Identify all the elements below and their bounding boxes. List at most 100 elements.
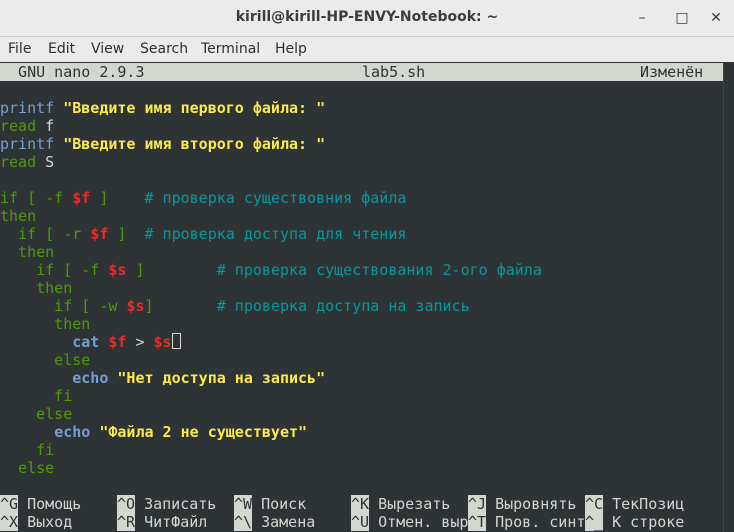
shortcut-key: ^X — [0, 513, 19, 531]
code-variable: $s — [126, 297, 145, 315]
shortcut-label: К строке — [603, 513, 685, 531]
shortcut-key: ^G — [0, 495, 19, 513]
code-line-14: cat $f > $s — [0, 333, 181, 351]
shortcut-go-to-line[interactable]: ^_ К строке — [585, 513, 684, 531]
code-variable: $f — [108, 333, 127, 351]
shortcut-exit[interactable]: ^X Выход — [0, 513, 72, 531]
code-line-11: then — [0, 279, 73, 297]
shortcut-key: ^O — [117, 495, 136, 513]
code-string: "Файла 2 не существует" — [99, 423, 308, 441]
code-token: cat — [72, 333, 100, 351]
nano-header: GNU nano 2.9.3 lab5.sh Изменён — [0, 63, 723, 81]
shortcut-cut[interactable]: ^K Вырезать — [351, 495, 450, 513]
shortcut-replace[interactable]: ^\ Замена — [234, 513, 315, 531]
menu-file[interactable]: File — [8, 41, 31, 57]
shortcut-help[interactable]: ^G Помощь — [0, 495, 81, 513]
shortcut-label: ЧитФайл — [135, 513, 208, 531]
minimize-icon[interactable]: – — [630, 6, 654, 30]
code-line-6: if [ -f $f ] # проверка существовния фай… — [0, 189, 406, 207]
code-token: echo — [72, 369, 109, 387]
code-token: ] — [108, 225, 127, 243]
shortcut-justify[interactable]: ^J Выровнять — [468, 495, 576, 513]
terminal-window: kirill@kirill-HP-ENVY-Notebook: ~ – □ ✕ … — [0, 0, 734, 532]
shortcut-label: Поиск — [252, 495, 307, 513]
shortcut-label: Помощь — [18, 495, 82, 513]
code-line-4: read S — [0, 153, 54, 171]
code-line-18: else — [0, 405, 73, 423]
code-line-2: read f — [0, 117, 54, 135]
code-line-17: fi — [0, 387, 73, 405]
nano-status: Изменён — [640, 63, 704, 81]
shortcut-label: Выход — [18, 513, 73, 531]
shortcut-key: ^C — [585, 495, 604, 513]
menu-edit[interactable]: Edit — [48, 41, 75, 57]
code-line-9: then — [0, 243, 55, 261]
code-comment: # проверка доступа для чтения — [144, 225, 407, 243]
title-bar[interactable]: kirill@kirill-HP-ENVY-Notebook: ~ – □ ✕ — [0, 0, 734, 37]
shortcut-key: ^_ — [585, 513, 604, 531]
code-line-3: printf "Введите имя второго файла: " — [0, 135, 325, 153]
menu-bar: File Edit View Search Terminal Help — [0, 37, 734, 62]
code-string: "Введите имя первого файла: " — [63, 99, 326, 117]
menu-terminal[interactable]: Terminal — [201, 41, 260, 57]
menu-view[interactable]: View — [91, 41, 124, 57]
code-token: printf — [0, 99, 55, 117]
shortcut-key: ^K — [351, 495, 370, 513]
shortcut-uncut[interactable]: ^U Отмен. выр — [351, 513, 468, 531]
code-token: if [ -f — [0, 261, 109, 279]
code-line-8: if [ -r $f ] # проверка доступа для чтен… — [0, 225, 406, 243]
code-line-19: echo "Файла 2 не существует" — [0, 423, 307, 441]
code-token: if [ -f — [0, 189, 73, 207]
shortcut-cur-pos[interactable]: ^C ТекПозиц — [585, 495, 684, 513]
shortcut-key: ^\ — [234, 513, 253, 531]
shortcut-label: Выровнять — [486, 495, 577, 513]
shortcut-label: Замена — [252, 513, 316, 531]
code-token: printf — [0, 135, 55, 153]
text-cursor — [171, 333, 181, 349]
shortcut-key: ^W — [234, 495, 253, 513]
window-title: kirill@kirill-HP-ENVY-Notebook: ~ — [235, 9, 499, 25]
code-token: if [ -r — [0, 225, 91, 243]
shortcut-label: Пров. синт — [486, 513, 586, 531]
code-token: ] — [144, 297, 154, 315]
code-token: echo — [54, 423, 91, 441]
shortcut-label: Записать — [135, 495, 217, 513]
scrollbar[interactable] — [723, 62, 734, 532]
code-variable: $f — [90, 225, 109, 243]
menu-help[interactable]: Help — [275, 41, 307, 57]
code-variable: $s — [153, 333, 172, 351]
terminal-area[interactable]: GNU nano 2.9.3 lab5.sh Изменён printf "В… — [0, 62, 723, 532]
code-token: read — [0, 117, 37, 135]
shortcut-label: Вырезать — [369, 495, 451, 513]
code-token: ] — [126, 261, 145, 279]
code-text: > — [126, 333, 154, 351]
code-line-16: echo "Нет доступа на запись" — [0, 369, 325, 387]
code-comment: # проверка существования 2-ого файла — [216, 261, 542, 279]
code-token: read — [0, 153, 37, 171]
code-line-10: if [ -f $s ] # проверка существования 2-… — [0, 261, 542, 279]
shortcut-search[interactable]: ^W Поиск — [234, 495, 306, 513]
shortcut-key: ^J — [468, 495, 487, 513]
code-text: f — [36, 117, 55, 135]
code-variable: $f — [72, 189, 91, 207]
close-icon[interactable]: ✕ — [704, 6, 728, 30]
code-line-13: then — [0, 315, 91, 333]
shortcut-key: ^R — [117, 513, 136, 531]
nano-filename: lab5.sh — [362, 63, 426, 81]
code-line-7: then — [0, 207, 37, 225]
code-line-15: else — [0, 351, 91, 369]
code-token: ] — [90, 189, 109, 207]
shortcut-save[interactable]: ^O Записать — [117, 495, 216, 513]
shortcut-read-file[interactable]: ^R ЧитФайл — [117, 513, 207, 531]
shortcut-key: ^T — [468, 513, 487, 531]
menu-search[interactable]: Search — [140, 41, 188, 57]
code-line-20: fi — [0, 441, 55, 459]
code-string: "Нет доступа на запись" — [117, 369, 326, 387]
code-line-12: if [ -w $s] # проверка доступа на запись — [0, 297, 469, 315]
code-line-1: printf "Введите имя первого файла: " — [0, 99, 325, 117]
maximize-icon[interactable]: □ — [670, 6, 694, 30]
code-variable: $s — [108, 261, 127, 279]
shortcut-spell[interactable]: ^T Пров. синт — [468, 513, 585, 531]
code-line-21: else — [0, 459, 55, 477]
nano-version: GNU nano 2.9.3 — [0, 63, 145, 81]
